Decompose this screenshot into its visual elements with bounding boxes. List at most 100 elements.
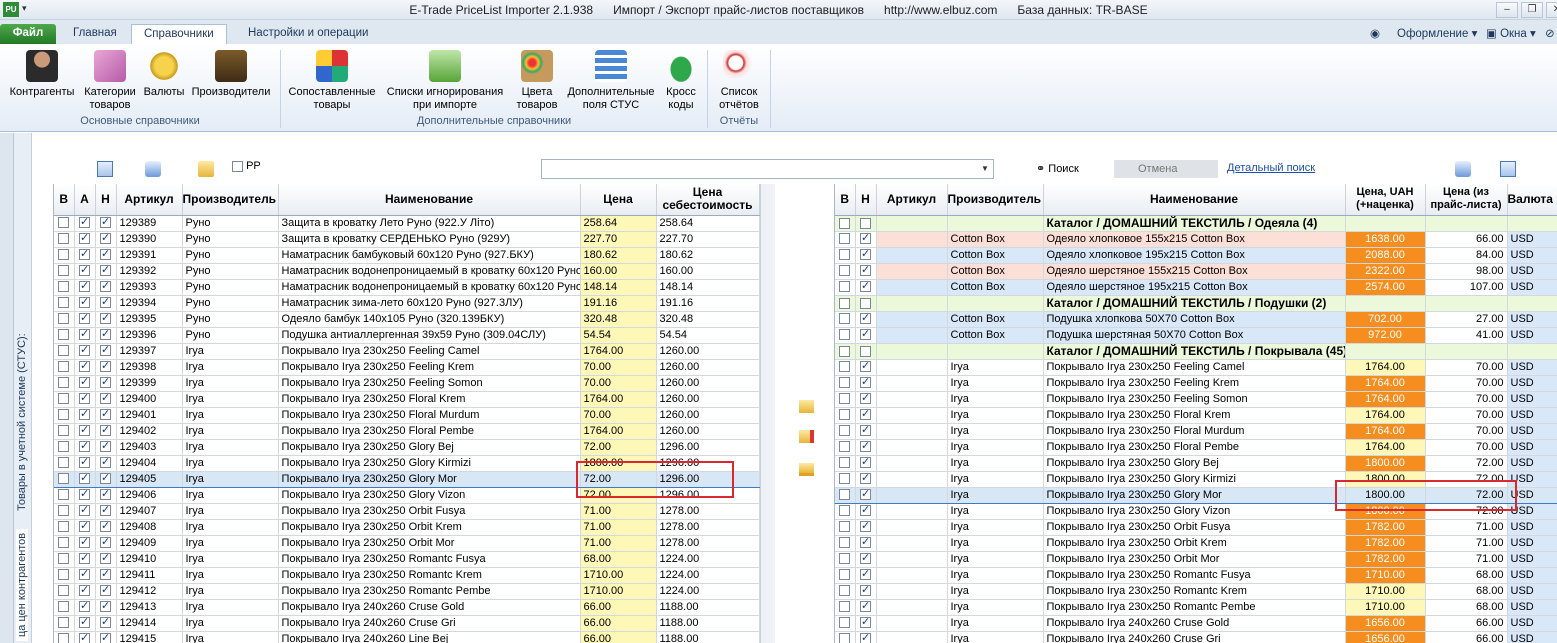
row-checkbox[interactable]: [860, 345, 871, 357]
tab-stus-products[interactable]: Товары в учетной системе (СТУС):: [16, 333, 28, 511]
tab-references[interactable]: Справочники: [131, 24, 227, 44]
cell-a[interactable]: [74, 407, 96, 424]
row-checkbox[interactable]: [79, 519, 90, 534]
row-checkbox[interactable]: [58, 617, 70, 629]
cell-n[interactable]: [855, 455, 877, 472]
category-row[interactable]: Каталог / ДОМАШНИЙ ТЕКСТИЛЬ / Одеяла (4): [835, 215, 1557, 232]
row-checkbox[interactable]: [79, 583, 90, 598]
product-colors-button[interactable]: Цвета товаров: [512, 50, 562, 112]
cell-price[interactable]: 1764.00: [580, 343, 657, 360]
row-checkbox[interactable]: [839, 393, 851, 405]
cell-n[interactable]: [855, 247, 877, 264]
row-checkbox[interactable]: [79, 503, 90, 518]
row-checkbox[interactable]: [58, 569, 70, 581]
cell-a[interactable]: [74, 615, 96, 632]
cell-v[interactable]: [54, 487, 75, 504]
row-checkbox[interactable]: [839, 569, 851, 581]
row-checkbox[interactable]: [100, 567, 111, 582]
row-checkbox[interactable]: [839, 361, 851, 373]
row-checkbox[interactable]: [79, 615, 90, 630]
row-checkbox[interactable]: [100, 487, 111, 502]
cell-v[interactable]: [54, 375, 75, 392]
folder-icon[interactable]: [198, 161, 214, 177]
tab-contractor-prices[interactable]: ца цен контрагентов: [16, 528, 28, 641]
cell-a[interactable]: [74, 455, 96, 472]
cell-v[interactable]: [54, 439, 75, 456]
row-checkbox[interactable]: [839, 601, 851, 613]
cell-n[interactable]: [855, 423, 877, 440]
row-checkbox[interactable]: [79, 311, 90, 326]
row-checkbox[interactable]: [839, 457, 851, 469]
row-checkbox[interactable]: [100, 519, 111, 534]
cell-n[interactable]: [855, 535, 877, 552]
table-row[interactable]: 129392РуноНаматрасник водонепроницаемый …: [54, 263, 760, 280]
cell-a[interactable]: [74, 391, 96, 408]
row-checkbox[interactable]: [79, 391, 90, 406]
cell-price[interactable]: 1710.00: [1345, 567, 1426, 584]
folder-remove-icon[interactable]: [799, 430, 814, 443]
more-icon[interactable]: ⊘: [1545, 26, 1555, 40]
cell-v[interactable]: [54, 247, 75, 264]
row-checkbox[interactable]: [839, 297, 851, 309]
table-row[interactable]: IryaПокрывало Irya 230x250 Feeling Krem1…: [835, 375, 1557, 392]
row-checkbox[interactable]: [79, 359, 90, 374]
design-menu[interactable]: Оформление ▾: [1397, 26, 1477, 40]
cell-v[interactable]: [54, 311, 75, 328]
minimize-button[interactable]: –: [1496, 2, 1518, 18]
row-checkbox[interactable]: [79, 487, 90, 502]
cell-n[interactable]: [95, 599, 117, 616]
row-checkbox[interactable]: [839, 441, 851, 453]
cell-v[interactable]: [54, 263, 75, 280]
category-row[interactable]: Каталог / ДОМАШНИЙ ТЕКСТИЛЬ / Подушки (2…: [835, 295, 1557, 312]
cell-n[interactable]: [95, 615, 117, 632]
cell-v[interactable]: [54, 551, 75, 568]
table-row[interactable]: IryaПокрывало Irya 230x250 Feeling Somon…: [835, 391, 1557, 408]
cell-a[interactable]: [74, 423, 96, 440]
cell-n[interactable]: [95, 231, 117, 248]
cell-n[interactable]: [855, 615, 877, 632]
cell-v[interactable]: [54, 615, 75, 632]
cell-price[interactable]: 70.00: [580, 359, 657, 376]
cell-price[interactable]: 1764.00: [1345, 439, 1426, 456]
folder-warning-icon[interactable]: [799, 463, 814, 476]
row-checkbox[interactable]: [100, 439, 111, 454]
row-checkbox[interactable]: [839, 329, 851, 341]
cell-n[interactable]: [855, 343, 877, 360]
cell-n[interactable]: [855, 519, 877, 536]
row-checkbox[interactable]: [100, 391, 111, 406]
row-checkbox[interactable]: [839, 377, 851, 389]
table-row[interactable]: Cotton BoxОдеяло хлопковое 195х215 Cotto…: [835, 247, 1557, 264]
row-checkbox[interactable]: [860, 423, 871, 438]
table-row[interactable]: 129391РуноНаматрасник бамбуковый 60х120 …: [54, 247, 760, 264]
cell-v[interactable]: [835, 631, 856, 643]
cell-v[interactable]: [835, 279, 856, 296]
cell-n[interactable]: [855, 327, 877, 344]
table-row[interactable]: 129401IryaПокрывало Irya 230x250 Floral …: [54, 407, 760, 424]
chevron-down-icon[interactable]: ▼: [977, 160, 993, 178]
col-n[interactable]: Н: [855, 184, 877, 216]
cell-v[interactable]: [835, 375, 856, 392]
cell-n[interactable]: [95, 375, 117, 392]
row-checkbox[interactable]: [58, 521, 70, 533]
cell-n[interactable]: [855, 631, 877, 643]
cell-price[interactable]: 68.00: [580, 551, 657, 568]
cell-v[interactable]: [54, 503, 75, 520]
cell-n[interactable]: [95, 263, 117, 280]
row-checkbox[interactable]: [100, 583, 111, 598]
table-row[interactable]: 129396РуноПодушка антиаллергенная 39х59 …: [54, 327, 760, 344]
cell-n[interactable]: [95, 215, 117, 232]
row-checkbox[interactable]: [100, 599, 111, 614]
col-manufacturer[interactable]: Производитель: [182, 184, 279, 216]
cell-v[interactable]: [835, 503, 856, 520]
cell-v[interactable]: [835, 535, 856, 552]
cell-n[interactable]: [95, 567, 117, 584]
cell-v[interactable]: [835, 615, 856, 632]
cell-price[interactable]: 70.00: [580, 375, 657, 392]
cell-price[interactable]: 1764.00: [1345, 423, 1426, 440]
tab-file[interactable]: Файл: [0, 24, 56, 44]
cell-a[interactable]: [74, 311, 96, 328]
cell-n[interactable]: [95, 503, 117, 520]
cell-a[interactable]: [74, 470, 96, 488]
col-v[interactable]: В: [54, 184, 75, 216]
cell-a[interactable]: [74, 343, 96, 360]
